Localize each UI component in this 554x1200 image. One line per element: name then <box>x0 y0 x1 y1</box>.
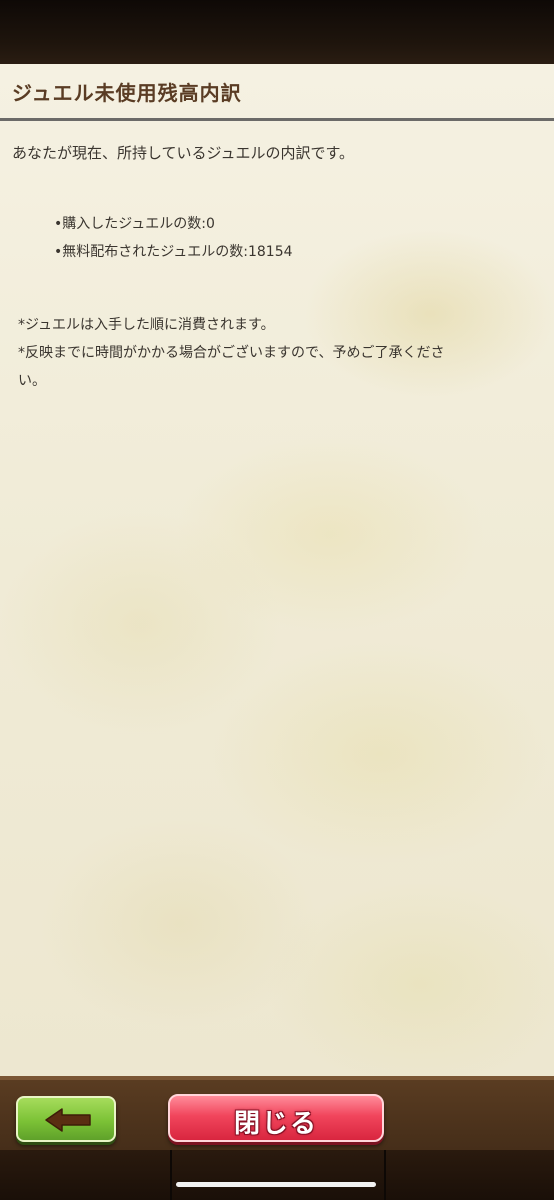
home-indicator[interactable] <box>176 1182 376 1187</box>
wooden-floor <box>0 1150 554 1200</box>
left-arrow-icon <box>45 1108 91 1132</box>
delay-note-line-2: い。 <box>18 373 46 389</box>
dialog-header: ジュエル未使用残高内訳 <box>0 64 554 118</box>
close-button-label: 閉じる <box>233 1109 318 1139</box>
back-button[interactable] <box>16 1096 116 1142</box>
intro-text: あなたが現在、所持しているジュエルの内訳です。 <box>12 144 355 162</box>
delay-note-line-1: *反映までに時間がかかる場合がございますので、予めご了承くださ <box>18 345 445 361</box>
purchased-jewel-count: •購入したジュエルの数:0 <box>54 216 215 232</box>
free-jewel-count: •無料配布されたジュエルの数:18154 <box>54 244 293 260</box>
dialog-title: ジュエル未使用残高内訳 <box>12 81 242 105</box>
consumption-order-note: *ジュエルは入手した順に消費されます。 <box>18 317 275 333</box>
floor-plank-seam <box>384 1150 386 1200</box>
close-button[interactable]: 閉じる <box>168 1094 384 1142</box>
title-divider <box>0 118 554 121</box>
top-dark-header <box>0 0 554 64</box>
floor-plank-seam <box>170 1150 172 1200</box>
jewel-balance-dialog: ジュエル未使用残高内訳 あなたが現在、所持しているジュエルの内訳です。 •購入し… <box>0 64 554 1076</box>
